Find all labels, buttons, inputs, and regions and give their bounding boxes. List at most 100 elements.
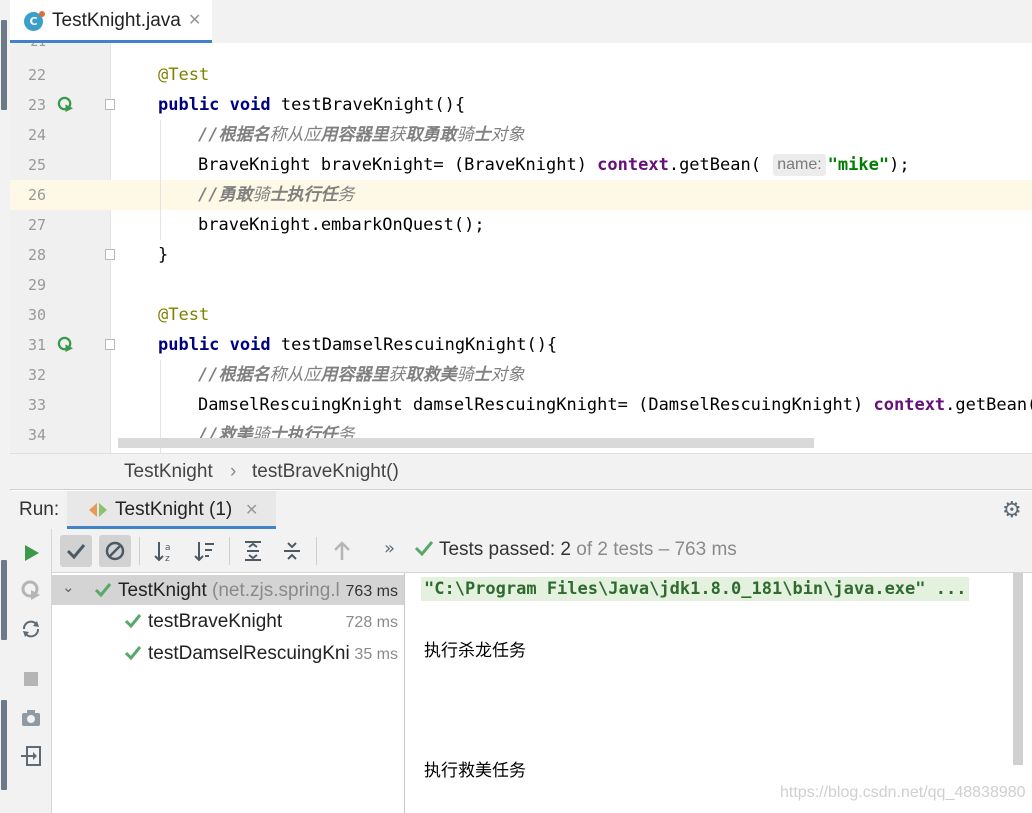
code-text: @Test — [158, 305, 210, 325]
pass-check-icon — [414, 541, 434, 557]
test-tree-row[interactable]: testDamselRescuingKni 35 ms — [52, 638, 404, 668]
line-number: 31 — [27, 336, 46, 354]
line-number: 30 — [27, 306, 46, 324]
exit-icon[interactable] — [20, 745, 42, 767]
run-side-toolbar — [10, 529, 52, 813]
test-status: Tests passed: 2 of 2 tests – 763 ms — [414, 539, 737, 561]
code-text: braveKnight.embarkOnQuest(); — [198, 215, 485, 235]
test-duration: 763 ms — [345, 583, 398, 600]
show-ignored-button[interactable] — [99, 535, 131, 567]
test-duration: 35 ms — [354, 646, 398, 663]
check-icon — [66, 544, 86, 560]
expand-all-icon — [245, 541, 261, 561]
line-number: 21 — [10, 43, 46, 51]
run-tab-testknight[interactable]: TestKnight (1) ✕ — [67, 491, 276, 529]
console-scrollbar[interactable] — [1013, 573, 1023, 765]
code-line: 24 //根据名称从应用容器里获取勇敢骑士对象 — [10, 120, 1032, 150]
collapse-all-icon — [284, 542, 300, 560]
code-line-partial: 21 — [10, 43, 1032, 51]
rerun-icon[interactable] — [20, 542, 42, 564]
svg-text:z: z — [165, 554, 170, 564]
show-passed-button[interactable] — [60, 535, 92, 567]
collapse-all-button[interactable] — [276, 535, 308, 567]
pass-check-icon — [124, 614, 142, 629]
code-text: BraveKnight braveKnight= (BraveKnight) c… — [198, 154, 910, 176]
console-command-line: "C:\Program Files\Java\jdk1.8.0_181\bin\… — [421, 577, 970, 601]
close-icon[interactable]: ✕ — [245, 500, 258, 519]
rerun-failed-icon[interactable] — [20, 579, 42, 601]
breadcrumb-class[interactable]: TestKnight — [124, 461, 213, 483]
structure-tool-label[interactable] — [1, 560, 7, 640]
parameter-hint: name: — [773, 154, 826, 176]
code-text: @Test — [158, 65, 210, 85]
fold-marker-icon[interactable] — [105, 99, 115, 110]
test-run-config-icon — [89, 503, 107, 517]
code-line: 30 @Test — [10, 300, 1032, 330]
run-test-icon[interactable] — [57, 96, 74, 113]
line-number: 22 — [27, 66, 46, 84]
code-text: public void testBraveKnight(){ — [158, 95, 466, 115]
gear-icon[interactable]: ⚙ — [1002, 498, 1022, 523]
editor-tab-bar: C TestKnight.java ✕ — [10, 0, 1032, 44]
chevron-down-icon[interactable]: ⌄ — [62, 578, 75, 596]
pass-check-icon — [124, 646, 142, 661]
breadcrumb-method[interactable]: testBraveKnight() — [252, 461, 399, 483]
stop-icon[interactable] — [20, 668, 42, 690]
favorites-tool-label[interactable] — [1, 700, 7, 790]
sort-by-duration-button[interactable] — [189, 535, 221, 567]
console-output-line: 执行杀龙任务 — [424, 641, 526, 661]
svg-text:a: a — [165, 543, 171, 553]
code-text: } — [158, 245, 169, 265]
code-line: 22 @Test — [10, 60, 1032, 90]
overflow-chevron-icon[interactable]: » — [384, 538, 395, 559]
code-line: 31 public void testDamselRescuingKnight(… — [10, 330, 1032, 360]
test-tree-row-root[interactable]: ⌄ TestKnight (net.zjs.spring.l 763 ms — [52, 575, 404, 605]
run-test-icon[interactable] — [57, 336, 74, 353]
console-output-line: 执行救美任务 — [424, 761, 526, 781]
code-comment: //勇敢骑士执行任务 — [198, 185, 355, 205]
console-output[interactable]: "C:\Program Files\Java\jdk1.8.0_181\bin\… — [406, 573, 1032, 813]
code-line: 28 } — [10, 240, 1032, 270]
fold-marker-icon[interactable] — [105, 339, 115, 350]
editor-tab-label: TestKnight.java — [52, 10, 181, 31]
arrow-up-icon — [334, 541, 350, 560]
line-number: 24 — [27, 126, 46, 144]
sort-alpha-icon: az — [154, 542, 171, 564]
code-line: 27 braveKnight.embarkOnQuest(); — [10, 210, 1032, 240]
ignored-icon — [105, 541, 125, 561]
previous-failed-button[interactable] — [326, 535, 358, 567]
watermark: https://blog.csdn.net/qq_48838980 — [780, 784, 1026, 801]
close-icon[interactable]: ✕ — [188, 10, 201, 29]
run-tool-header: Run: TestKnight (1) ✕ ⚙ — [10, 491, 1032, 529]
line-number: 29 — [27, 276, 46, 294]
code-line: 25 BraveKnight braveKnight= (BraveKnight… — [10, 150, 1032, 180]
code-text: DamselRescuingKnight damselRescuingKnigh… — [198, 395, 1032, 415]
toggle-auto-test-icon[interactable] — [20, 618, 42, 640]
line-number: 28 — [27, 246, 46, 264]
test-tree[interactable]: ⌄ TestKnight (net.zjs.spring.l 763 ms te… — [52, 573, 405, 813]
code-comment: //根据名称从应用容器里获取救美骑士对象 — [198, 365, 525, 385]
code-line: 29 — [10, 270, 1032, 300]
breadcrumb: TestKnight › testBraveKnight() — [10, 453, 1032, 490]
pass-check-icon — [94, 583, 112, 598]
fold-marker-icon[interactable] — [105, 249, 115, 260]
code-line: 23 public void testBraveKnight(){ — [10, 90, 1032, 120]
editor-tab-testknight[interactable]: C TestKnight.java ✕ — [10, 0, 212, 43]
test-tree-row[interactable]: testBraveKnight 728 ms — [52, 606, 404, 636]
line-number: 27 — [27, 216, 46, 234]
code-line-current: 26 //勇敢骑士执行任务 — [10, 180, 1032, 210]
line-number: 25 — [27, 156, 46, 174]
java-class-icon: C — [24, 11, 45, 31]
expand-all-button[interactable] — [237, 535, 269, 567]
project-tool-label[interactable] — [1, 20, 7, 110]
run-label: Run: — [19, 499, 60, 520]
test-toolbar: az » Tests passed: 2 of 2 tests – 763 ms — [52, 529, 1032, 573]
horizontal-scrollbar[interactable] — [118, 438, 814, 448]
camera-icon[interactable] — [20, 707, 42, 729]
code-line: 33 DamselRescuingKnight damselRescuingKn… — [10, 390, 1032, 420]
run-tab-label: TestKnight (1) — [115, 499, 233, 520]
sort-alphabetically-button[interactable]: az — [149, 535, 181, 567]
line-number: 23 — [27, 96, 46, 114]
code-line: 32 //根据名称从应用容器里获取救美骑士对象 — [10, 360, 1032, 390]
code-editor[interactable]: 21 22 @Test 23 public void testBraveKnig… — [10, 43, 1032, 453]
